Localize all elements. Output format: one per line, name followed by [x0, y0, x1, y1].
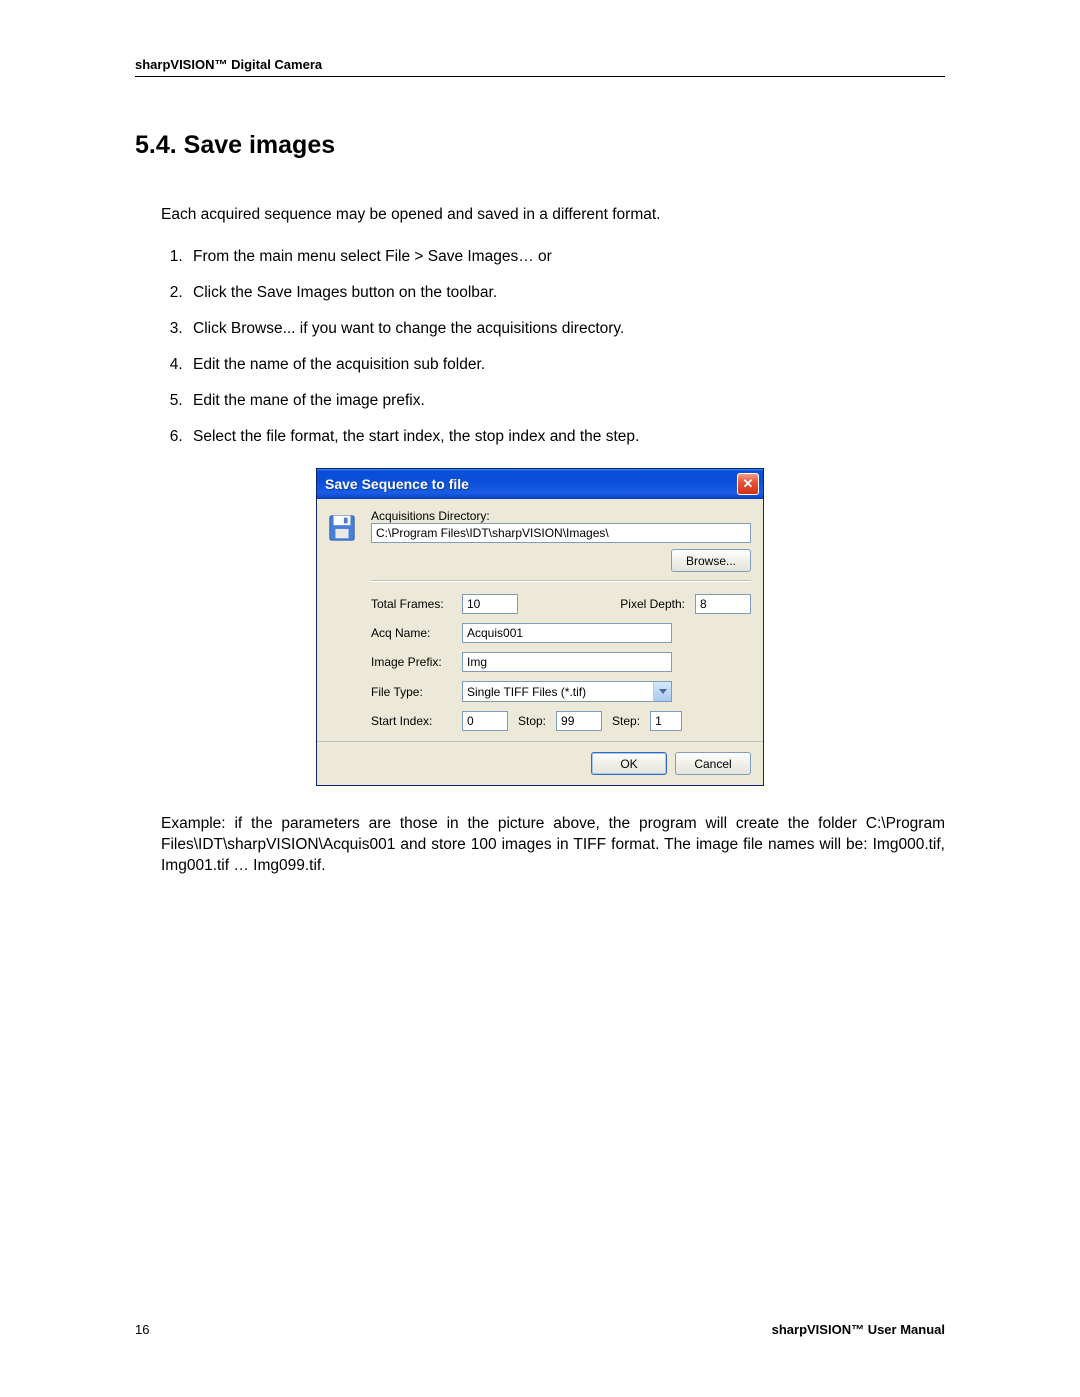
save-sequence-dialog: Save Sequence to file ✕ — [316, 468, 764, 786]
image-prefix-field[interactable]: Img — [462, 652, 672, 672]
total-frames-field[interactable]: 10 — [462, 594, 518, 614]
close-button[interactable]: ✕ — [737, 473, 759, 495]
ok-button[interactable]: OK — [591, 752, 667, 775]
file-type-combo[interactable]: Single TIFF Files (*.tif) — [462, 681, 672, 702]
cancel-button[interactable]: Cancel — [675, 752, 751, 775]
pixel-depth-label: Pixel Depth: — [620, 597, 685, 611]
total-frames-label: Total Frames: — [371, 597, 456, 611]
save-disk-icon — [327, 513, 357, 543]
acq-name-label: Acq Name: — [371, 626, 456, 640]
dialog-titlebar[interactable]: Save Sequence to file ✕ — [317, 469, 763, 499]
pixel-depth-field[interactable]: 8 — [695, 594, 751, 614]
stop-field[interactable]: 99 — [556, 711, 602, 731]
step-field[interactable]: 1 — [650, 711, 682, 731]
step-item: Click the Save Images button on the tool… — [187, 284, 945, 302]
section-heading: 5.4. Save images — [135, 131, 945, 160]
dialog-footer: OK Cancel — [317, 741, 763, 785]
start-index-field[interactable]: 0 — [462, 711, 508, 731]
header-text: sharpVISION™ Digital Camera — [135, 57, 322, 72]
step-item: Click Browse... if you want to change th… — [187, 320, 945, 338]
browse-button[interactable]: Browse... — [671, 549, 751, 572]
intro-paragraph: Each acquired sequence may be opened and… — [161, 206, 945, 224]
step-item: Select the file format, the start index,… — [187, 428, 945, 446]
acq-dir-field[interactable]: C:\Program Files\IDT\sharpVISION\Images\ — [371, 523, 751, 543]
page-header: sharpVISION™ Digital Camera — [135, 56, 945, 77]
close-icon: ✕ — [743, 476, 754, 492]
page-number: 16 — [135, 1322, 149, 1337]
step-item: Edit the name of the acquisition sub fol… — [187, 356, 945, 374]
step-item: Edit the mane of the image prefix. — [187, 392, 945, 410]
acq-dir-label: Acquisitions Directory: — [371, 509, 751, 523]
steps-list: From the main menu select File > Save Im… — [187, 248, 945, 446]
divider — [371, 580, 751, 582]
file-type-label: File Type: — [371, 685, 456, 699]
step-item: From the main menu select File > Save Im… — [187, 248, 945, 266]
acq-name-field[interactable]: Acquis001 — [462, 623, 672, 643]
footer-title: sharpVISION™ User Manual — [772, 1322, 945, 1337]
stop-label: Stop: — [518, 714, 546, 728]
step-label: Step: — [612, 714, 640, 728]
dialog-title: Save Sequence to file — [325, 476, 469, 492]
example-paragraph: Example: if the parameters are those in … — [161, 814, 945, 877]
image-prefix-label: Image Prefix: — [371, 655, 456, 669]
start-index-label: Start Index: — [371, 714, 456, 728]
page-footer: 16 sharpVISION™ User Manual — [135, 1322, 945, 1337]
chevron-down-icon[interactable] — [653, 682, 671, 701]
